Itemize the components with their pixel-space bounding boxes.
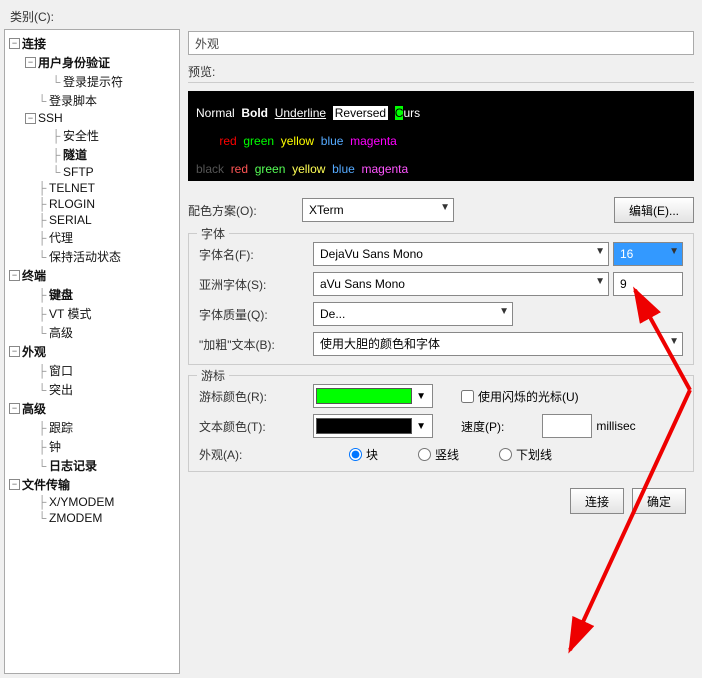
tree-appearance[interactable]: −外观 [7,342,177,361]
tree-highlight[interactable]: └突出 [7,380,177,399]
collapse-icon[interactable]: − [9,270,20,281]
chevron-down-icon: ▼ [412,421,430,432]
tree-ssh[interactable]: −SSH [7,110,177,126]
tree-tunnel[interactable]: ├隧道 [7,145,177,164]
blink-cursor-check[interactable]: 使用闪烁的光标(U) [461,388,579,405]
text-color-label: 文本颜色(T): [199,418,309,435]
tree-log[interactable]: └日志记录 [7,456,177,475]
font-size-input[interactable] [613,242,683,266]
tree-connection[interactable]: −连接 [7,34,177,53]
font-name-select[interactable]: DejaVu Sans Mono [313,242,609,266]
shape-uline-radio[interactable]: 下划线 [499,446,552,463]
shape-block-radio[interactable]: 块 [349,446,378,463]
cursor-color-label: 游标颜色(R): [199,388,309,405]
asian-font-label: 亚洲字体(S): [199,276,309,293]
tree-sftp[interactable]: └SFTP [7,164,177,180]
font-name-label: 字体名(F): [199,246,309,263]
collapse-icon[interactable]: − [9,38,20,49]
collapse-icon[interactable]: − [9,479,20,490]
cursor-group: 游标 游标颜色(R): ▼ 使用闪烁的光标(U) 文本颜色(T): ▼ 速度(P… [188,375,694,472]
ok-button[interactable]: 确定 [632,488,686,514]
tree-bell[interactable]: ├钟 [7,437,177,456]
speed-unit: millisec [596,419,635,433]
color-scheme-label: 配色方案(O): [188,202,298,219]
text-color-select[interactable]: ▼ [313,414,433,438]
tree-telnet[interactable]: ├TELNET [7,180,177,196]
edit-scheme-button[interactable]: 编辑(E)... [614,197,694,223]
tree-trace[interactable]: ├跟踪 [7,418,177,437]
tree-advanced[interactable]: └高级 [7,323,177,342]
category-tree[interactable]: −连接 −用户身份验证 └登录提示符 └登录脚本 −SSH ├安全性 ├隧道 └… [4,29,180,674]
tree-security[interactable]: ├安全性 [7,126,177,145]
asian-size-input[interactable] [613,272,683,296]
tree-zmodem[interactable]: └ZMODEM [7,510,177,526]
color-scheme-select[interactable]: XTerm [302,198,454,222]
shape-vline-radio[interactable]: 竖线 [418,446,459,463]
tree-window[interactable]: ├窗口 [7,361,177,380]
collapse-icon[interactable]: − [9,403,20,414]
collapse-icon[interactable]: − [25,113,36,124]
cursor-color-select[interactable]: ▼ [313,384,433,408]
category-label: 类别(C): [4,4,698,29]
collapse-icon[interactable]: − [9,346,20,357]
speed-input[interactable] [542,414,592,438]
tree-terminal[interactable]: −终端 [7,266,177,285]
tree-user-auth[interactable]: −用户身份验证 [7,53,177,72]
tab-bar [188,31,694,55]
bold-text-label: "加粗"文本(B): [199,336,309,353]
tree-serial[interactable]: ├SERIAL [7,212,177,228]
asian-font-select[interactable]: aVu Sans Mono [313,272,609,296]
collapse-icon[interactable]: − [25,57,36,68]
tree-login-script[interactable]: └登录脚本 [7,91,177,110]
tree-xymodem[interactable]: ├X/YMODEM [7,494,177,510]
tree-proxy[interactable]: ├代理 [7,228,177,247]
preview-pane: Normal Bold Underline Reversed Curs red … [188,91,694,181]
tree-login-hint[interactable]: └登录提示符 [7,72,177,91]
tree-advanced2[interactable]: −高级 [7,399,177,418]
font-group: 字体 字体名(F): DejaVu Sans Mono▼ ▼ 亚洲字体(S): … [188,233,694,365]
tab-appearance[interactable] [188,31,694,55]
cursor-shape-label: 外观(A): [199,446,309,463]
font-quality-label: 字体质量(Q): [199,306,309,323]
speed-label: 速度(P): [461,418,504,435]
preview-label: 预览: [188,61,694,83]
tree-vt[interactable]: ├VT 模式 [7,304,177,323]
tree-rlogin[interactable]: ├RLOGIN [7,196,177,212]
chevron-down-icon: ▼ [412,391,430,402]
bold-text-select[interactable]: 使用大胆的颜色和字体 [313,332,683,356]
font-legend: 字体 [197,225,229,242]
tree-keyboard[interactable]: ├键盘 [7,285,177,304]
tree-keepalive[interactable]: └保持活动状态 [7,247,177,266]
connect-button[interactable]: 连接 [570,488,624,514]
tree-file-transfer[interactable]: −文件传输 [7,475,177,494]
cursor-legend: 游标 [197,367,229,384]
font-quality-select[interactable]: De... [313,302,513,326]
